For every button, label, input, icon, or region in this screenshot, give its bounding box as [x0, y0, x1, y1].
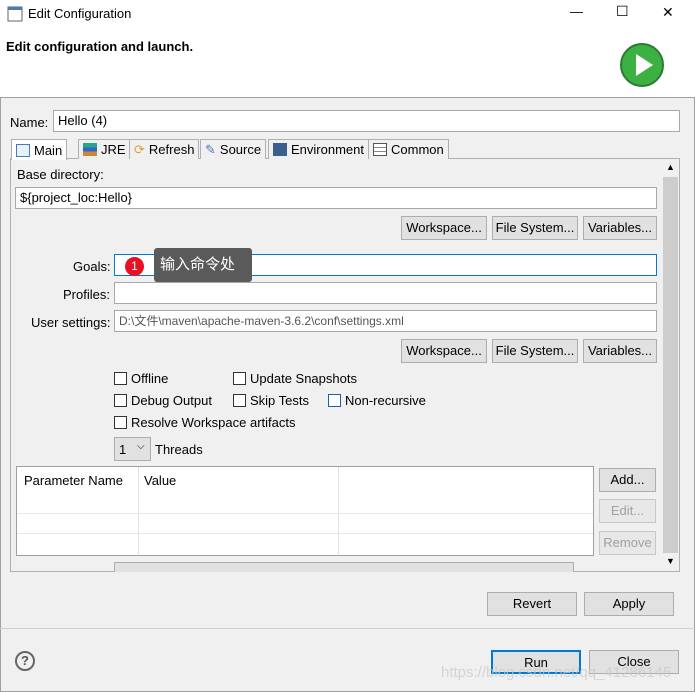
common-icon — [373, 143, 387, 156]
environment-icon — [273, 143, 287, 156]
offline-label: Offline — [131, 371, 169, 386]
profiles-input[interactable] — [114, 282, 657, 304]
revert-button[interactable]: Revert — [487, 592, 577, 616]
variables-button-2[interactable]: Variables... — [583, 339, 657, 363]
non-recursive-label: Non-recursive — [345, 393, 426, 408]
debug-output-label: Debug Output — [131, 393, 212, 408]
profiles-label: Profiles: — [63, 287, 110, 302]
tab-main[interactable]: Main — [11, 139, 68, 160]
tab-jre[interactable]: JRE — [78, 139, 131, 159]
scrollbar-thumb[interactable] — [663, 177, 678, 553]
run-icon — [620, 43, 664, 87]
chevron-down-icon: ⌵ — [137, 441, 145, 452]
add-button[interactable]: Add... — [599, 468, 656, 492]
tab-label: Source — [219, 142, 262, 157]
tab-label: JRE — [101, 142, 126, 157]
skip-tests-checkbox[interactable] — [233, 394, 246, 407]
threads-select[interactable]: 1 ⌵ — [114, 437, 151, 461]
update-snapshots-label: Update Snapshots — [250, 371, 357, 386]
base-directory-label: Base directory: — [17, 167, 104, 182]
edit-button[interactable]: Edit... — [599, 499, 656, 523]
scroll-up-icon[interactable]: ▲ — [666, 162, 675, 172]
name-label: Name: — [10, 115, 49, 130]
tab-environment[interactable]: Environment — [268, 139, 369, 159]
workspace-button[interactable]: Workspace... — [401, 216, 487, 240]
annotation-badge: 1 — [125, 257, 144, 276]
tab-common[interactable]: Common — [368, 139, 449, 159]
update-snapshots-checkbox[interactable] — [233, 372, 246, 385]
offline-checkbox[interactable] — [114, 372, 127, 385]
column-header-value[interactable]: Value — [144, 473, 176, 488]
partial-button — [114, 562, 574, 572]
library-icon — [83, 143, 97, 156]
threads-value: 1 — [119, 442, 127, 457]
base-directory-input[interactable]: ${project_loc:Hello} — [15, 187, 657, 209]
tab-label: Main — [34, 142, 63, 158]
dialog-header: Edit configuration and launch. — [0, 28, 695, 98]
close-window-button[interactable]: ✕ — [662, 4, 674, 21]
file-system-button[interactable]: File System... — [492, 216, 578, 240]
help-icon[interactable]: ? — [15, 651, 35, 671]
name-input[interactable]: Hello (4) — [53, 110, 680, 132]
parameter-table[interactable]: Parameter Name Value — [16, 466, 594, 556]
column-header-parameter-name[interactable]: Parameter Name — [24, 473, 123, 488]
tooltip-text: 输入命令处 — [154, 248, 252, 282]
resolve-workspace-label: Resolve Workspace artifacts — [131, 415, 296, 430]
workspace-button-2[interactable]: Workspace... — [401, 339, 487, 363]
title-bar: Edit Configuration — ☐ ✕ — [0, 0, 695, 28]
vertical-scrollbar[interactable]: ▲ ▼ — [662, 160, 679, 571]
remove-button[interactable]: Remove — [599, 531, 656, 555]
tab-label: Environment — [291, 142, 364, 157]
maximize-button[interactable]: ☐ — [616, 3, 629, 20]
file-system-button-2[interactable]: File System... — [492, 339, 578, 363]
tab-label: Common — [391, 142, 444, 157]
tab-refresh[interactable]: ⟳ Refresh — [129, 139, 200, 159]
threads-label: Threads — [155, 442, 203, 457]
main-tab-icon — [16, 143, 30, 157]
scroll-down-icon[interactable]: ▼ — [666, 556, 675, 566]
window-title: Edit Configuration — [28, 6, 132, 21]
debug-output-checkbox[interactable] — [114, 394, 127, 407]
source-icon: ✎ — [205, 142, 216, 157]
user-settings-input[interactable]: D:\文件\maven\apache-maven-3.6.2\conf\sett… — [114, 310, 657, 332]
variables-button[interactable]: Variables... — [583, 216, 657, 240]
watermark: https://blog.csdn.net/qq_41286145 — [441, 664, 672, 681]
user-settings-label: User settings: — [31, 315, 111, 330]
tab-source[interactable]: ✎ Source — [200, 139, 267, 159]
annotation-tooltip: 1 输入命令处 — [119, 248, 252, 282]
skip-tests-label: Skip Tests — [250, 393, 310, 408]
goals-label: Goals: — [73, 259, 111, 274]
apply-button[interactable]: Apply — [584, 592, 674, 616]
app-icon — [7, 6, 23, 22]
minimize-button[interactable]: — — [570, 4, 583, 19]
resolve-workspace-checkbox[interactable] — [114, 416, 127, 429]
refresh-icon: ⟳ — [134, 142, 145, 157]
tab-label: Refresh — [148, 142, 195, 157]
non-recursive-checkbox[interactable] — [328, 394, 341, 407]
header-subtitle: Edit configuration and launch. — [6, 39, 194, 54]
